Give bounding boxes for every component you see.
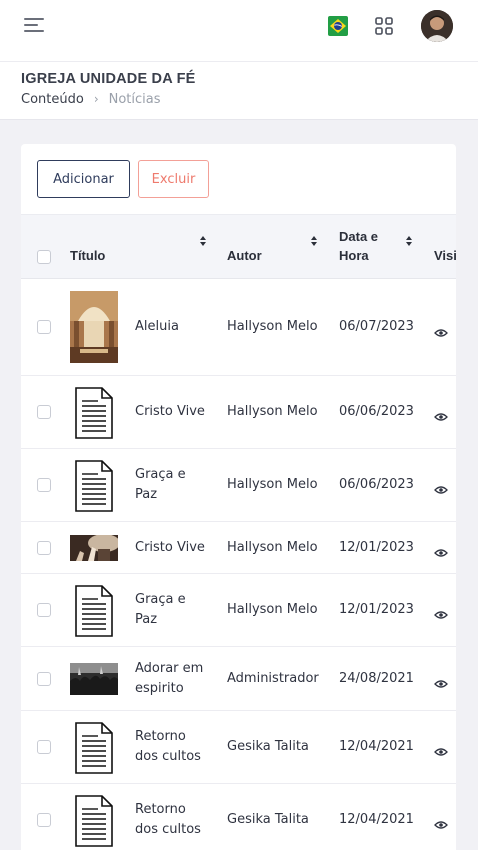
column-date-line1[interactable]: Data e [339, 227, 378, 246]
news-title-line2[interactable]: dos cultos [135, 747, 201, 767]
table-row[interactable]: Adorar em espirito Administrador 24/08/2… [21, 647, 456, 711]
table-row[interactable]: Graça e Paz Hallyson Melo 12/01/2023 [21, 574, 456, 647]
news-title[interactable]: Aleluia [135, 317, 179, 337]
eye-icon[interactable] [434, 323, 448, 337]
news-title[interactable]: Cristo Vive [135, 538, 205, 558]
news-date: 12/04/2021 [339, 739, 414, 754]
row-checkbox[interactable] [37, 541, 51, 555]
news-date: 06/06/2023 [339, 404, 414, 419]
eye-icon[interactable] [434, 480, 448, 494]
delete-button[interactable]: Excluir [138, 160, 209, 198]
eye-icon[interactable] [434, 742, 448, 756]
news-thumbnail [70, 663, 118, 695]
column-views[interactable]: Visi [434, 246, 456, 265]
news-title-line2[interactable]: Paz [135, 610, 157, 630]
news-title[interactable]: Graça e [135, 465, 186, 485]
table-row[interactable]: Aleluia Hallyson Melo 06/07/2023 [21, 279, 456, 376]
page-title: IGREJA UNIDADE DA FÉ [21, 71, 196, 87]
row-checkbox[interactable] [37, 405, 51, 419]
news-title-line2[interactable]: Paz [135, 485, 157, 505]
document-icon [74, 795, 114, 847]
news-thumbnail [70, 291, 118, 363]
row-checkbox[interactable] [37, 672, 51, 686]
sort-title-icon[interactable] [200, 236, 208, 246]
news-author: Administrador [227, 671, 319, 686]
table-header: Título Autor Data e Hora Visi [21, 214, 456, 279]
news-date: 06/07/2023 [339, 319, 414, 334]
table-row[interactable]: Retorno dos cultos Gesika Talita 12/04/2… [21, 784, 456, 850]
table-row[interactable]: Retorno dos cultos Gesika Talita 12/04/2… [21, 711, 456, 784]
select-all-checkbox[interactable] [37, 250, 51, 264]
eye-icon[interactable] [434, 543, 448, 557]
news-date: 12/01/2023 [339, 602, 414, 617]
news-author: Hallyson Melo [227, 602, 318, 617]
news-title[interactable]: Retorno [135, 800, 186, 820]
row-checkbox[interactable] [37, 603, 51, 617]
row-checkbox[interactable] [37, 478, 51, 492]
sort-author-icon[interactable] [311, 236, 319, 246]
column-title[interactable]: Título [70, 246, 105, 265]
eye-icon[interactable] [434, 407, 448, 421]
news-title[interactable]: Retorno [135, 727, 186, 747]
user-avatar[interactable] [421, 10, 453, 42]
news-author: Gesika Talita [227, 739, 309, 754]
document-icon [74, 460, 114, 512]
news-title[interactable]: Graça e [135, 590, 186, 610]
news-card: Adicionar Excluir Título Autor Data e Ho… [21, 144, 456, 850]
news-author: Hallyson Melo [227, 404, 318, 419]
news-title[interactable]: Cristo Vive [135, 402, 205, 422]
top-bar [0, 0, 478, 62]
news-author: Hallyson Melo [227, 477, 318, 492]
row-checkbox[interactable] [37, 813, 51, 827]
news-author: Gesika Talita [227, 812, 309, 827]
news-table: Título Autor Data e Hora Visi Aleluia Ha… [21, 214, 456, 850]
eye-icon[interactable] [434, 674, 448, 688]
column-date-line2[interactable]: Hora [339, 246, 369, 265]
news-thumbnail [70, 534, 120, 561]
document-icon [74, 722, 114, 774]
news-date: 24/08/2021 [339, 671, 414, 686]
table-row[interactable]: Graça e Paz Hallyson Melo 06/06/2023 [21, 449, 456, 522]
news-date: 12/04/2021 [339, 812, 414, 827]
sort-date-icon[interactable] [406, 236, 414, 246]
breadcrumb: Conteúdo › Notícias [21, 92, 161, 107]
breadcrumb-item-news: Notícias [108, 92, 161, 107]
document-icon [74, 387, 114, 439]
news-author: Hallyson Melo [227, 319, 318, 334]
breadcrumb-item-content[interactable]: Conteúdo [21, 92, 84, 107]
news-author: Hallyson Melo [227, 540, 318, 555]
eye-icon[interactable] [434, 815, 448, 829]
row-checkbox[interactable] [37, 740, 51, 754]
eye-icon[interactable] [434, 605, 448, 619]
grid-apps-icon[interactable] [374, 16, 394, 36]
column-author[interactable]: Autor [227, 246, 262, 265]
document-icon [74, 585, 114, 637]
page-header: IGREJA UNIDADE DA FÉ Conteúdo › Notícias [0, 62, 478, 120]
news-date: 06/06/2023 [339, 477, 414, 492]
chevron-right-icon: › [93, 92, 99, 106]
news-title-line2[interactable]: dos cultos [135, 820, 201, 840]
table-row[interactable]: Cristo Vive Hallyson Melo 06/06/2023 [21, 376, 456, 449]
news-date: 12/01/2023 [339, 540, 414, 555]
row-checkbox[interactable] [37, 320, 51, 334]
table-row[interactable]: Cristo Vive Hallyson Melo 12/01/2023 [21, 522, 456, 574]
brazil-flag-icon[interactable] [328, 16, 348, 36]
news-title-line2[interactable]: espirito [135, 679, 184, 699]
hamburger-menu-icon[interactable] [24, 16, 48, 36]
news-title[interactable]: Adorar em [135, 659, 203, 679]
add-button[interactable]: Adicionar [37, 160, 130, 198]
